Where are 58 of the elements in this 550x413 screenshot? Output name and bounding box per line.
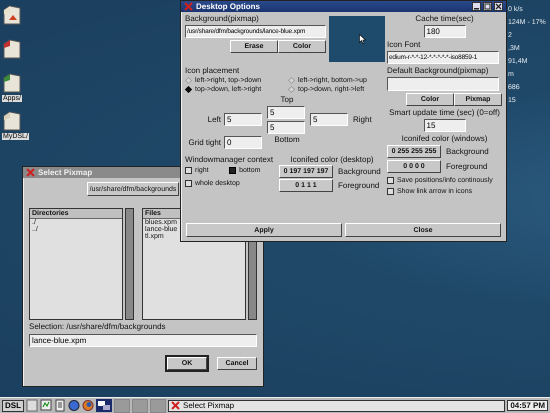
selection-label: Selection: /usr/share/dfm/backgrounds <box>29 322 167 331</box>
globe-icon[interactable] <box>68 399 80 412</box>
color-label: Background <box>446 147 489 156</box>
color-label: Foreground <box>446 162 488 171</box>
field-label: Grid tight <box>188 138 221 146</box>
field-label: Default Background(pixmap) <box>387 66 488 75</box>
left-margin-field[interactable]: 5 <box>224 113 262 126</box>
section-label: Windowmanager context <box>185 155 274 164</box>
color-label: Foreground <box>338 181 380 190</box>
grid-tight-field[interactable]: 0 <box>224 136 262 148</box>
field-label: Right <box>353 115 373 124</box>
folder-icon[interactable] <box>2 72 22 94</box>
radio-button[interactable] <box>288 77 295 84</box>
right-margin-field[interactable]: 5 <box>310 113 348 126</box>
selection-field[interactable]: lance-blue.xpm <box>29 334 257 347</box>
fox-globe-icon[interactable] <box>82 399 94 412</box>
default-background-field[interactable] <box>387 77 499 91</box>
monitor-icon[interactable] <box>40 399 52 412</box>
x-icon <box>171 401 180 410</box>
checkbox[interactable] <box>185 180 192 187</box>
window-title: Select Pixmap <box>38 168 92 177</box>
checkbox[interactable] <box>185 167 192 174</box>
radio-button[interactable] <box>185 77 192 84</box>
checkbox[interactable] <box>387 188 394 195</box>
field-label: Top <box>280 95 294 104</box>
document-icon[interactable] <box>54 399 66 412</box>
field-label: Background(pixmap) <box>185 14 260 23</box>
checkbox[interactable] <box>229 167 236 174</box>
radio-button[interactable] <box>288 86 295 93</box>
section-label: Iconifed color (desktop) <box>290 155 374 164</box>
window-title: Desktop Options <box>196 2 260 11</box>
field-label: Icon Font <box>387 40 420 49</box>
field-label: Left <box>208 115 221 124</box>
start-button[interactable]: DSL <box>2 400 24 412</box>
field-label: Cache time(sec) <box>415 14 474 23</box>
color-label: Background <box>338 167 381 176</box>
close-icon[interactable] <box>494 2 503 11</box>
section-label: Icon placement <box>185 66 240 75</box>
clock: 04:57 PM <box>507 400 548 411</box>
top-margin-field[interactable]: 5 <box>267 106 305 118</box>
folder-icon[interactable] <box>2 4 22 26</box>
scrollbar[interactable] <box>125 208 134 320</box>
terminal-icon[interactable] <box>26 399 38 412</box>
bottom-margin-field[interactable]: 5 <box>267 120 305 134</box>
windows-icon[interactable] <box>96 399 112 412</box>
smart-update-field[interactable]: 15 <box>424 119 466 132</box>
field-label: Smart update time (sec) (0=off) <box>389 108 500 117</box>
checkbox[interactable] <box>387 177 394 184</box>
cursor-icon <box>359 34 366 44</box>
folder-icon[interactable] <box>2 38 22 60</box>
field-label: Bottom <box>274 135 300 144</box>
task-button[interactable]: Select Pixmap <box>168 400 506 412</box>
cache-time-field[interactable]: 180 <box>424 25 466 38</box>
minimize-icon[interactable] <box>472 2 481 11</box>
radio-button[interactable] <box>185 86 192 93</box>
section-label: Iconifed color (windows) <box>402 134 488 143</box>
folder-icon[interactable] <box>2 110 22 132</box>
maximize-icon[interactable] <box>483 2 492 11</box>
